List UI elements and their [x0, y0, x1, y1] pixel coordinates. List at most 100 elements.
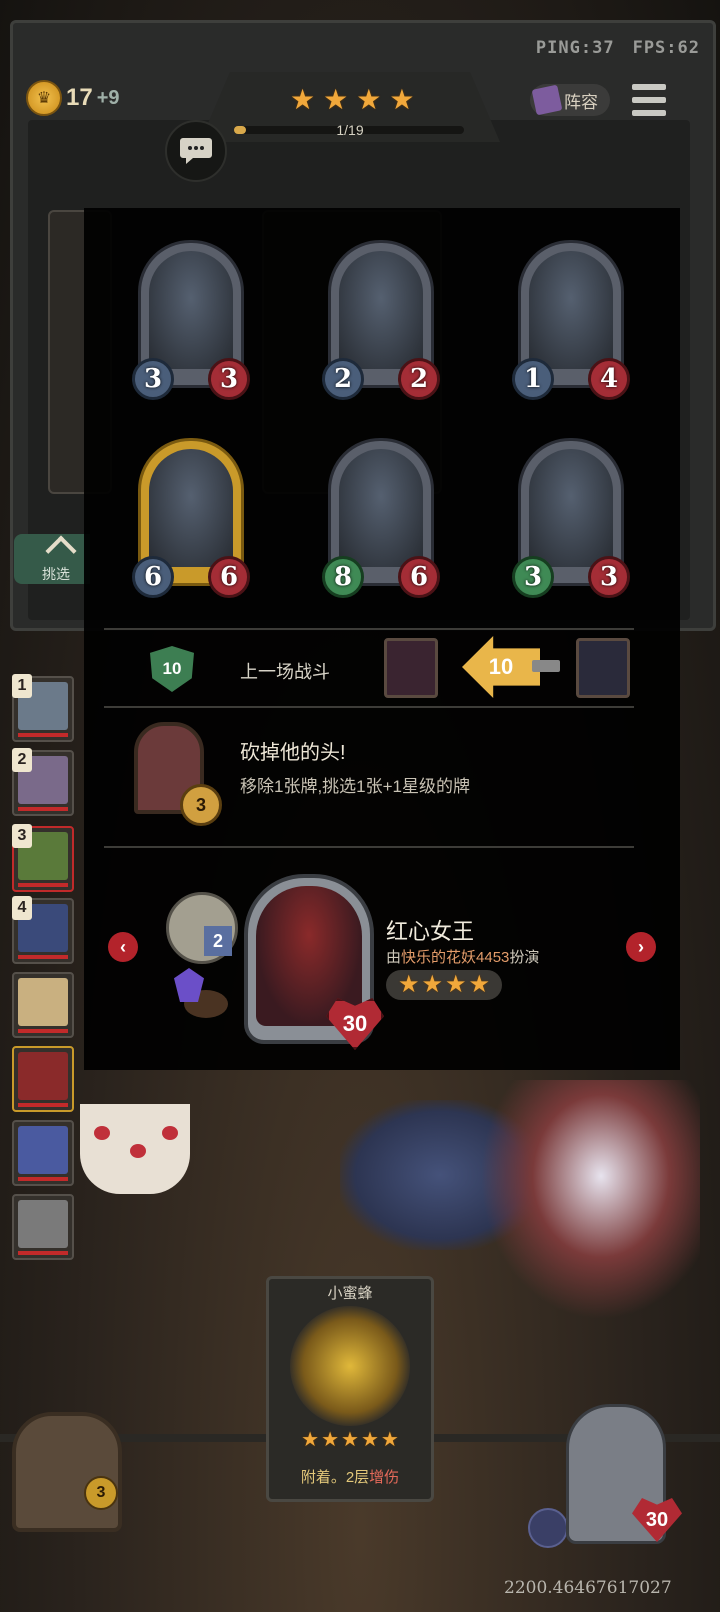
attack-stat: 3	[132, 358, 174, 400]
prev-arrow-button[interactable]: ‹	[108, 932, 138, 962]
hp-bar	[18, 1029, 68, 1033]
lineup-button[interactable]: 阵容	[530, 84, 610, 116]
star-icon: ★	[356, 84, 382, 115]
star-icon: ★	[360, 1429, 379, 1451]
rank-number: 4	[12, 896, 32, 920]
demon-unit	[480, 1080, 700, 1320]
star-icon: ★	[290, 84, 316, 115]
heart-pattern	[130, 1144, 146, 1158]
chat-bubble-icon	[180, 138, 212, 164]
star-icon: ★	[397, 971, 420, 998]
star-icon: ★	[421, 971, 443, 998]
attack-stat: 8	[322, 556, 364, 598]
desc-keyword: 增伤	[369, 1469, 400, 1486]
teacup-decoration	[80, 1104, 190, 1194]
card-art	[339, 449, 423, 567]
roster-slot[interactable]: 3	[12, 824, 74, 892]
card-art	[149, 449, 233, 567]
select-label: 挑选	[42, 566, 70, 582]
health-stat: 6	[208, 556, 250, 598]
heart-pattern	[94, 1126, 110, 1140]
shield-button[interactable]	[528, 1508, 568, 1548]
star-icon: ★	[445, 971, 467, 998]
menu-line	[632, 110, 666, 116]
gold-amount: 17	[66, 84, 93, 111]
next-arrow-button[interactable]: ›	[626, 932, 656, 962]
lineup-label: 阵容	[564, 92, 598, 112]
divider	[104, 846, 634, 848]
minion-card[interactable]: 2 2	[322, 240, 440, 400]
roster-slot[interactable]: 2	[12, 748, 74, 816]
roster-slot[interactable]: 1	[12, 674, 74, 742]
queen-portrait	[384, 638, 438, 698]
chest-level: 3	[84, 1476, 118, 1510]
star-icon: ★	[341, 1429, 359, 1451]
book-icon	[531, 84, 563, 116]
minion-card-golden[interactable]: 6 6	[132, 438, 250, 598]
hero-player-line: 由快乐的花妖4453扮演	[386, 946, 539, 967]
card-art	[339, 251, 423, 369]
treasure-chest-button[interactable]	[12, 1412, 122, 1532]
player-suffix: 扮演	[509, 949, 540, 966]
card-art	[529, 251, 613, 369]
menu-line	[632, 84, 666, 90]
star-icon: ★	[301, 1429, 320, 1451]
roster-slot[interactable]	[12, 1194, 74, 1260]
event-level-badge: 3	[180, 784, 222, 826]
arrow-icon	[45, 535, 77, 567]
hp-bar	[18, 1251, 68, 1255]
tier-xp-text: 1/19	[336, 122, 364, 138]
ping-readout: PING:37	[535, 38, 615, 58]
crown-coin-icon: ♛	[26, 80, 62, 116]
debug-coordinate: 2200.46467617027	[504, 1578, 672, 1598]
star-icon: ★	[323, 84, 349, 115]
card-art	[529, 449, 613, 567]
opponent-avatar	[18, 1126, 68, 1174]
attack-stat: 2	[322, 358, 364, 400]
hp-bar	[18, 733, 68, 737]
star-icon: ★	[389, 84, 415, 115]
chat-button[interactable]	[165, 120, 227, 182]
hand-card-stars: ★ ★ ★ ★ ★	[266, 1426, 434, 1454]
opponent-avatar	[18, 978, 68, 1026]
divider	[104, 628, 634, 630]
attack-stat: 6	[132, 556, 174, 598]
rank-number: 3	[12, 824, 32, 848]
attack-stat: 3	[512, 556, 554, 598]
rank-number: 1	[12, 674, 32, 698]
roster-slot[interactable]	[12, 1046, 74, 1112]
hp-bar	[18, 1103, 68, 1107]
gem-bag-icon	[170, 962, 232, 1024]
hp-bar	[18, 955, 68, 959]
network-status: PING:37 FPS:62	[518, 38, 700, 58]
desc-prefix: 附着。2层	[300, 1469, 370, 1486]
minion-card[interactable]: 3 3	[132, 240, 250, 400]
opponent-portrait	[576, 638, 630, 698]
divider	[104, 706, 634, 708]
hero-name: 红心女王	[386, 919, 475, 944]
roster-slot[interactable]	[12, 1120, 74, 1186]
star-icon: ★	[321, 1429, 340, 1451]
event-description: 移除1张牌,挑选1张+1星级的牌	[240, 777, 471, 796]
opponent-avatar	[18, 1052, 68, 1100]
sword-icon	[532, 660, 560, 672]
roster-slot[interactable]	[12, 972, 74, 1038]
health-stat: 4	[588, 358, 630, 400]
hero-power-count: 2	[204, 926, 232, 956]
minion-card[interactable]: 1 4	[512, 240, 630, 400]
menu-line	[632, 97, 666, 103]
minion-card[interactable]: 8 6	[322, 438, 440, 598]
minion-card[interactable]: 3 3	[512, 438, 630, 598]
bee-art	[290, 1306, 410, 1426]
health-stat: 2	[398, 358, 440, 400]
health-stat: 6	[398, 556, 440, 598]
hero-tier-stars: ★ ★ ★ ★	[386, 970, 502, 1000]
gold-bonus: +9	[96, 86, 120, 109]
menu-button[interactable]	[632, 84, 666, 116]
opponent-avatar	[18, 1200, 68, 1248]
tavern-tier-stars: ★ ★ ★ ★	[290, 86, 414, 114]
roster-slot[interactable]: 4	[12, 896, 74, 964]
gold-display: ♛ 17 +9	[26, 80, 120, 116]
hand-card-description: 附着。2层增伤	[266, 1466, 434, 1487]
select-button[interactable]: 挑选	[14, 534, 90, 584]
